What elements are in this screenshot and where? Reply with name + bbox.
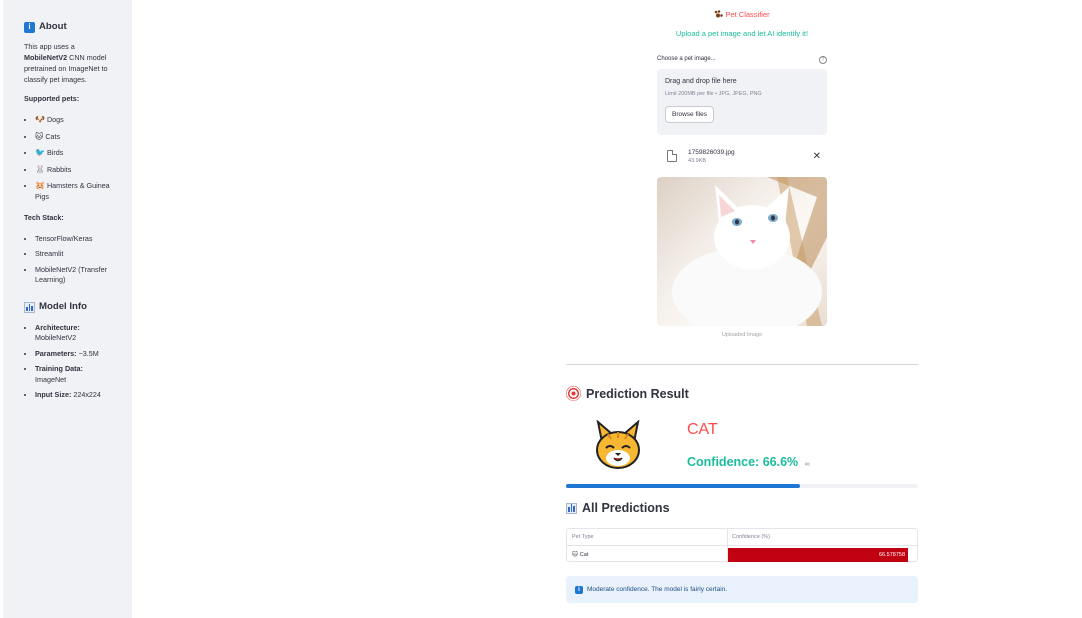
title-text: Pet Classifier [725,10,770,19]
sidebar: i About This app uses a MobileNetV2 CNN … [3,0,132,618]
info-value: ~3.5M [78,348,99,358]
pet-type-value: Cat [579,551,589,558]
list-item: 🐶Dogs [35,114,114,126]
list-item: TensorFlow/Keras [35,234,114,245]
list-item: 🐱Cats [35,131,114,143]
browse-files-button[interactable]: Browse files [665,106,715,123]
dropzone[interactable]: Drag and drop file here Limit 200MB per … [657,69,827,135]
info-icon: i [24,21,35,33]
info-value: MobileNetV2 [35,333,77,343]
column-header-confidence[interactable]: Confidence (%) [728,529,908,545]
cat-icon: 🐱 [572,551,578,558]
file-icon [667,150,677,162]
cat-face-svg [596,419,640,469]
page-subtitle: Upload a pet image and let AI identify i… [675,29,809,38]
file-name: 1759826039.jpg [688,148,735,156]
list-item: 🐹Hamsters & Guinea Pigs [35,180,114,203]
cat-face-icon [594,419,642,470]
cell-pet-type: 🐱 Cat [567,546,728,563]
prediction-result-heading: Prediction Result [566,386,689,401]
list-item: Parameters: ~3.5M [35,349,114,360]
anchor-link-icon[interactable]: ∞ [805,461,810,468]
cell-confidence: 66.578758 [728,548,908,562]
info-icon: i [575,585,583,594]
list-item: 🐰Rabbits [35,164,114,176]
pet-label: Birds [46,148,64,158]
list-item: Architecture: MobileNetV2 [35,323,114,345]
file-uploader: Choose a pet image... ? Drag and drop fi… [657,56,827,338]
table-row[interactable]: 🐱 Cat 66.578758 [567,546,917,563]
info-value: ImageNet [35,374,67,384]
tech-list: TensorFlow/Keras Streamlit MobileNetV2 (… [24,234,114,286]
uploaded-image [657,177,827,326]
file-size: 43.9KB [688,157,707,164]
bird-icon: 🐦 [35,148,45,158]
predicted-label: CAT [687,421,718,438]
limit-text: Limit 200MB per file • JPG, JPEG, PNG [665,91,762,97]
about-text: This app uses a MobileNetV2 CNN model pr… [24,42,114,85]
confidence-text: Confidence: 66.6% [687,455,799,469]
all-predictions-heading: All Predictions [566,501,670,515]
confidence-row: Confidence: 66.6% ∞ [687,455,810,469]
hamster-icon: 🐹 [35,181,45,191]
tech-title: Tech Stack: [24,213,64,223]
drop-text: Drag and drop file here [665,78,737,85]
cat-icon: 🐱 [35,131,44,141]
help-icon[interactable]: ? [819,56,827,64]
divider [566,364,918,365]
info-key: Input Size: [35,390,72,400]
info-key: Architecture: [35,322,80,332]
cat-photo-svg [672,177,827,326]
remove-file-icon[interactable]: ✕ [813,151,821,162]
about-text-pre: This app uses a [24,42,75,52]
about-title: About [39,21,67,32]
model-info-list: Architecture: MobileNetV2 Parameters: ~3… [24,323,114,401]
bar-chart-icon [24,301,35,313]
about-heading: i About [24,20,114,34]
confidence-progress-bar [566,484,918,488]
pet-label: Hamsters & Guinea Pigs [35,181,110,202]
uploader-label-row: Choose a pet image... ? [657,56,827,64]
uploader-label: Choose a pet image... [657,56,716,62]
list-item: Streamlit [35,249,114,260]
model-info-heading: Model Info [24,300,114,314]
info-key: Training Data: [35,363,83,373]
bar-chart-icon [566,502,577,514]
progress-fill [566,484,801,488]
list-item: Training Data: ImageNet [35,364,114,386]
predictions-table[interactable]: Pet Type Confidence (%) 🐱 Cat 66.578758 [566,528,918,563]
list-item: MobileNetV2 (Transfer Learning) [35,265,114,287]
all-predictions-title: All Predictions [582,501,670,515]
list-item: 🐦Birds [35,147,114,159]
info-alert: i Moderate confidence. The model is fair… [566,576,918,603]
info-message: Moderate confidence. The model is fairly… [587,586,728,593]
pet-label: Cats [45,131,61,141]
info-value: 224x224 [73,390,101,400]
dog-icon: 🐶 [35,115,45,125]
list-item: Input Size: 224x224 [35,390,114,401]
image-caption: Uploaded Image [721,332,763,338]
pet-label: Dogs [46,115,64,125]
paw-icon [714,10,724,18]
prediction-result-title: Prediction Result [586,386,689,401]
about-text-bold: MobileNetV2 [24,53,68,63]
uploaded-file-row: 1759826039.jpg 43.9KB ✕ [657,145,827,167]
column-header-pet-type[interactable]: Pet Type [567,529,728,545]
rabbit-icon: 🐰 [35,164,45,174]
main-content: Pet Classifier Upload a pet image and le… [566,0,918,603]
file-info: 1759826039.jpg 43.9KB [688,149,735,164]
page-title: Pet Classifier [566,10,918,19]
table-header: Pet Type Confidence (%) [567,529,917,546]
target-icon [566,386,581,401]
pets-list: 🐶Dogs 🐱Cats 🐦Birds 🐰Rabbits 🐹Hamsters & … [24,114,114,203]
paw-svg [715,10,724,18]
supported-title: Supported pets: [24,93,80,103]
model-info-title: Model Info [39,301,87,313]
pet-label: Rabbits [46,164,72,174]
info-key: Parameters: [35,348,77,358]
